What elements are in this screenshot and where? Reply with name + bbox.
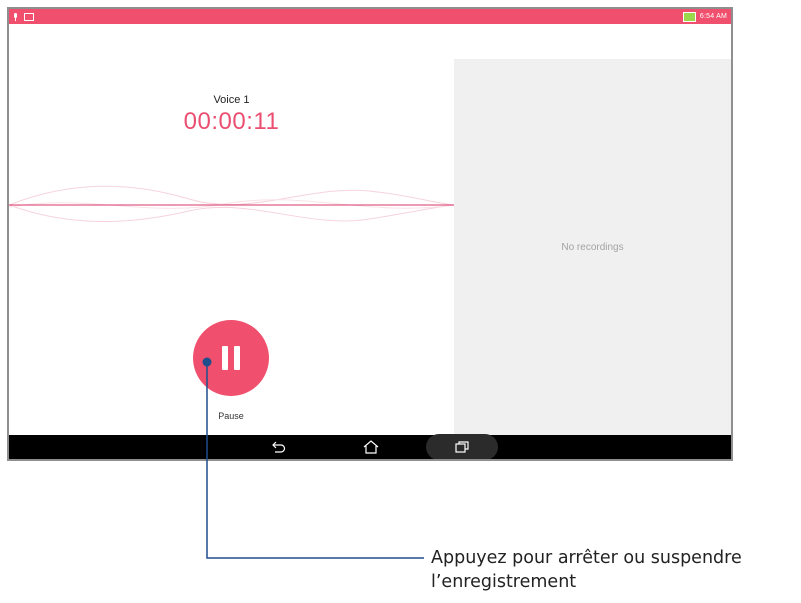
callout-line-2: l’enregistrement	[431, 572, 577, 592]
recordings-list-panel: No recordings	[454, 59, 731, 435]
tablet-screen: 6:54 AM Voice 1 00:00:11 Pause No record…	[9, 9, 731, 459]
home-icon	[363, 440, 379, 454]
mic-icon	[13, 12, 18, 21]
recorder-pane: Voice 1 00:00:11 Pause	[9, 24, 454, 435]
status-icons-left	[13, 12, 34, 21]
callout-text: Appuyez pour arrêter ou suspendre l’enre…	[431, 546, 801, 594]
back-icon	[272, 441, 286, 453]
empty-state-text: No recordings	[561, 242, 624, 253]
recent-apps-button[interactable]	[426, 434, 498, 459]
home-button[interactable]	[353, 435, 389, 459]
status-bar: 6:54 AM	[9, 9, 731, 24]
manual-figure: 6:54 AM Voice 1 00:00:11 Pause No record…	[0, 0, 801, 603]
recent-apps-icon	[455, 441, 469, 453]
pause-label: Pause	[218, 411, 244, 421]
callout-line-1: Appuyez pour arrêter ou suspendre	[431, 548, 742, 568]
recording-timer: 00:00:11	[183, 108, 280, 135]
recording-name: Voice 1	[213, 94, 250, 106]
waveform	[9, 185, 454, 222]
tablet-frame: 6:54 AM Voice 1 00:00:11 Pause No record…	[7, 7, 733, 461]
navigation-bar	[9, 434, 731, 459]
pause-button[interactable]	[193, 320, 269, 396]
pause-icon	[222, 346, 240, 370]
back-button[interactable]	[261, 435, 297, 459]
battery-charging-icon	[682, 11, 696, 22]
status-icons-right: 6:54 AM	[682, 11, 727, 22]
status-time: 6:54 AM	[699, 13, 727, 20]
notification-icon	[24, 12, 34, 21]
